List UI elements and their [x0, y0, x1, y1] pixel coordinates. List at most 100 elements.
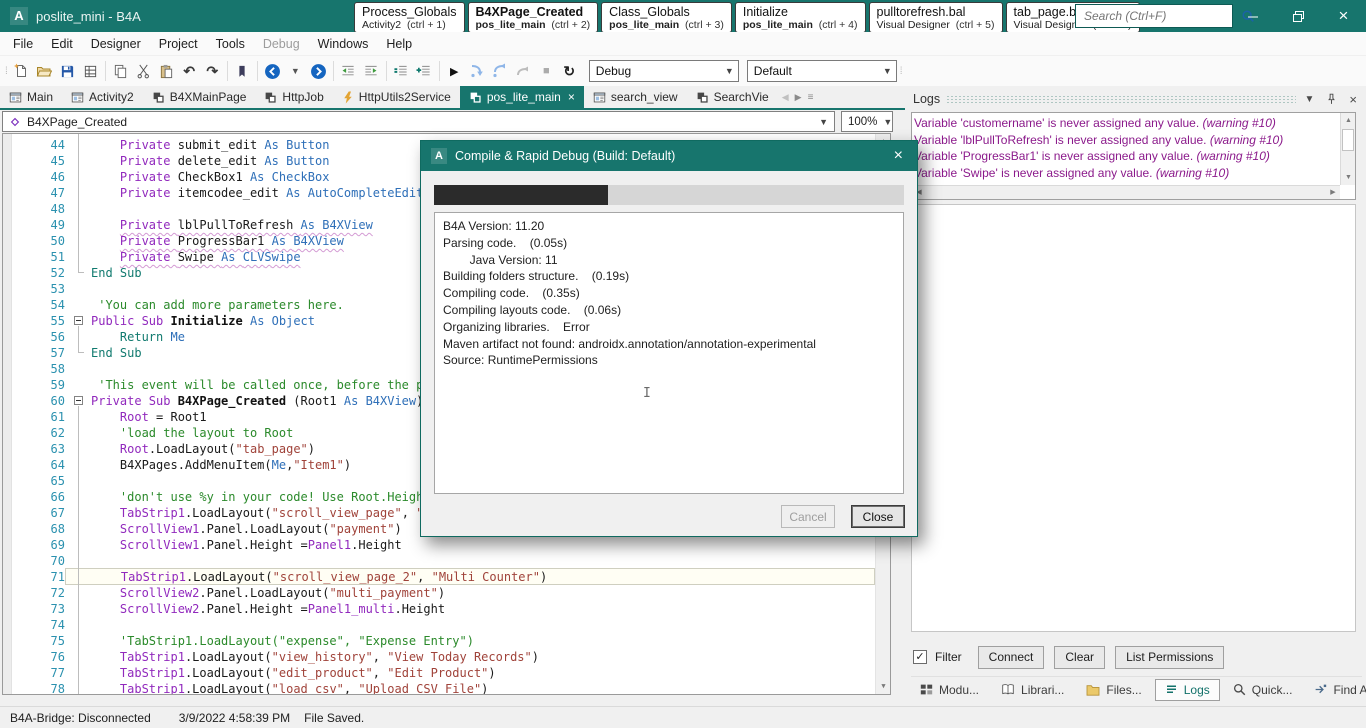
doc-tab-search_view[interactable]: search_view [584, 86, 687, 108]
open-folder-icon[interactable] [33, 59, 56, 83]
zoom-dropdown[interactable]: 100% ▼ [841, 111, 893, 132]
breakpoint-margin[interactable] [3, 134, 12, 694]
indent-icon[interactable] [360, 59, 383, 83]
bottom-tab-librari[interactable]: Librari... [992, 680, 1073, 700]
bottom-tab-logs[interactable]: Logs [1155, 679, 1220, 701]
code-line[interactable]: 75 'TabStrip1.LoadLayout("expense", "Exp… [13, 633, 875, 649]
nav-back-icon[interactable] [261, 59, 284, 83]
menu-item-help[interactable]: Help [377, 34, 421, 54]
minimize-button[interactable] [1231, 0, 1276, 32]
logs-vertical-scrollbar[interactable]: ▲ ▼ [1340, 113, 1355, 185]
copy-icon[interactable] [109, 59, 132, 83]
step-out-icon[interactable] [512, 59, 535, 83]
quick-tab-b4xpage_created[interactable]: B4XPage_Createdpos_lite_main (ctrl + 2) [468, 2, 599, 33]
menu-item-file[interactable]: File [4, 34, 42, 54]
doc-tab-main[interactable]: Main [0, 86, 62, 108]
bookmark-icon[interactable] [231, 59, 254, 83]
code-line[interactable]: 71 TabStrip1.LoadLayout("scroll_view_pag… [13, 569, 875, 585]
code-line[interactable]: 78 TabStrip1.LoadLayout("load_csv", "Upl… [13, 681, 875, 695]
scrollbar-thumb[interactable] [1342, 129, 1354, 151]
connect-button[interactable]: Connect [978, 646, 1045, 669]
menu-item-edit[interactable]: Edit [42, 34, 82, 54]
log-warning-line[interactable]: Variable 'ProgressBar1' is never assigne… [914, 148, 1339, 165]
code-line[interactable]: 76 TabStrip1.LoadLayout("view_history", … [13, 649, 875, 665]
new-file-icon[interactable] [10, 59, 33, 83]
tab-scroll-right-icon[interactable]: ▶ [793, 92, 804, 103]
step-into-icon[interactable] [466, 59, 489, 83]
save-all-icon[interactable] [79, 59, 102, 83]
search-input[interactable] [1084, 9, 1241, 23]
fold-collapse-icon[interactable] [74, 316, 83, 325]
outdent-icon[interactable] [337, 59, 360, 83]
toolbar-overflow-icon[interactable]: ⁞ [900, 66, 902, 77]
tab-list-icon[interactable]: ≡ [806, 92, 816, 103]
dialog-close-icon[interactable]: × [890, 147, 907, 165]
cut-icon[interactable] [132, 59, 155, 83]
build-mode-dropdown[interactable]: Debug▼ [589, 60, 739, 82]
menu-item-windows[interactable]: Windows [309, 34, 378, 54]
bottom-tab-modu[interactable]: Modu... [911, 680, 988, 700]
code-line[interactable]: 73 ScrollView2.Panel.Height =Panel1_mult… [13, 601, 875, 617]
build-config-dropdown[interactable]: Default▼ [747, 60, 897, 82]
panel-close-icon[interactable]: × [1346, 92, 1360, 107]
doc-tab-searchvie[interactable]: SearchVie [687, 86, 778, 108]
tab-close-icon[interactable]: × [568, 90, 575, 104]
line-number: 58 [13, 361, 65, 377]
scroll-right-icon[interactable]: ▶ [1326, 186, 1340, 199]
menu-item-designer[interactable]: Designer [82, 34, 150, 54]
nav-forward-icon[interactable] [307, 59, 330, 83]
doc-tab-b4xmainpage[interactable]: B4XMainPage [143, 86, 256, 108]
member-selector-dropdown[interactable]: B4XPage_Created ▼ [2, 111, 835, 132]
quick-tab-process_globals[interactable]: Process_GlobalsActivity2 (ctrl + 1) [354, 2, 465, 33]
code-line[interactable]: 70 [13, 553, 875, 569]
comment-add-icon[interactable] [413, 59, 436, 83]
scroll-up-icon[interactable]: ▲ [1341, 113, 1356, 128]
doc-tab-httputils2service[interactable]: HttpUtils2Service [333, 86, 460, 108]
menu-item-tools[interactable]: Tools [207, 34, 254, 54]
logs-list[interactable]: Variable 'customername' is never assigne… [911, 112, 1356, 200]
redo-icon[interactable]: ↷ [201, 59, 224, 83]
code-line[interactable]: 72 ScrollView2.Panel.LoadLayout("multi_p… [13, 585, 875, 601]
maximize-button[interactable] [1276, 0, 1321, 32]
undo-icon[interactable]: ↶ [178, 59, 201, 83]
tab-scroll-left-icon[interactable]: ◀ [780, 92, 791, 103]
bottom-tab-files[interactable]: Files... [1077, 680, 1150, 700]
logs-horizontal-scrollbar[interactable]: ◀ ▶ [912, 185, 1340, 199]
pin-icon[interactable] [1323, 93, 1340, 105]
quick-tab-pulltorefresh.bal[interactable]: pulltorefresh.balVisual Designer (ctrl +… [869, 2, 1003, 33]
log-warning-line[interactable]: Variable 'Swipe' is never assigned any v… [914, 165, 1339, 182]
quick-tab-initialize[interactable]: Initializepos_lite_main (ctrl + 4) [735, 2, 866, 33]
rebuild-icon[interactable]: ↻ [558, 59, 581, 83]
code-line[interactable]: 77 TabStrip1.LoadLayout("edit_product", … [13, 665, 875, 681]
doc-tab-pos_lite_main[interactable]: pos_lite_main× [460, 86, 584, 108]
log-warning-line[interactable]: Variable 'lblPullToRefresh' is never ass… [914, 132, 1339, 149]
global-search-box[interactable] [1075, 4, 1233, 28]
comment-remove-icon[interactable] [390, 59, 413, 83]
code-line[interactable]: 69 ScrollView1.Panel.Height =Panel1.Heig… [13, 537, 875, 553]
toolbar-grip[interactable]: ⁞ [5, 66, 7, 77]
clear-button[interactable]: Clear [1054, 646, 1105, 669]
list-permissions-button[interactable]: List Permissions [1115, 646, 1224, 669]
stop-icon[interactable]: ■ [535, 59, 558, 83]
close-button[interactable]: Close [851, 505, 905, 528]
scroll-down-icon[interactable]: ▼ [1341, 170, 1356, 185]
run-icon[interactable]: ▶ [443, 59, 466, 83]
bottom-tab-quick[interactable]: Quick... [1224, 680, 1302, 700]
paste-icon[interactable] [155, 59, 178, 83]
step-over-icon[interactable] [489, 59, 512, 83]
quick-tab-class_globals[interactable]: Class_Globalspos_lite_main (ctrl + 3) [601, 2, 732, 33]
fold-collapse-icon[interactable] [74, 396, 83, 405]
menu-item-project[interactable]: Project [150, 34, 207, 54]
save-icon[interactable] [56, 59, 79, 83]
caret-down-icon[interactable]: ▼ [284, 59, 307, 83]
filter-checkbox[interactable]: ✓ [913, 650, 927, 664]
bottom-tab-findall[interactable]: Find All... [1305, 680, 1366, 700]
scroll-down-icon[interactable]: ▼ [876, 679, 891, 694]
doc-tab-httpjob[interactable]: HttpJob [255, 86, 332, 108]
doc-tab-activity2[interactable]: Activity2 [62, 86, 143, 108]
log-warning-line[interactable]: Variable 'customername' is never assigne… [914, 115, 1339, 132]
panel-drag-texture[interactable] [946, 95, 1295, 104]
panel-menu-icon[interactable]: ▼ [1302, 94, 1318, 105]
code-line[interactable]: 74 [13, 617, 875, 633]
close-button[interactable]: × [1321, 0, 1366, 32]
